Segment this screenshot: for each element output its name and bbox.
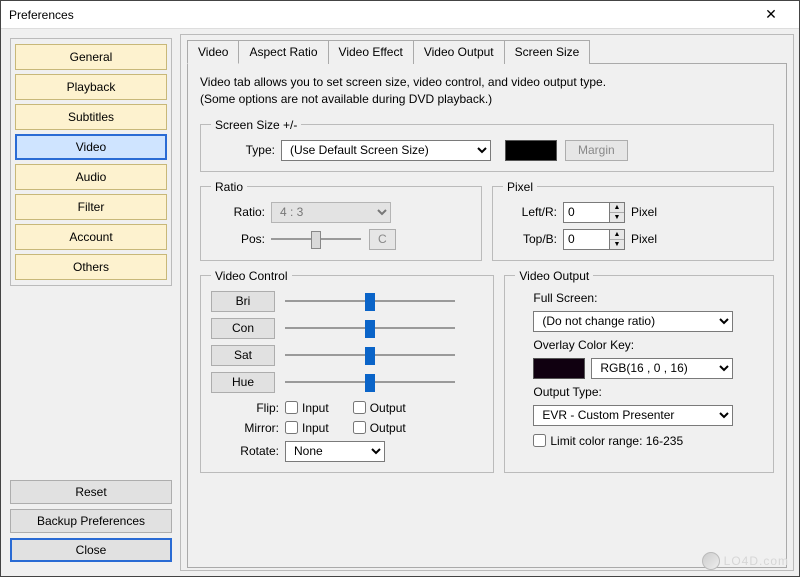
intro-text: Video tab allows you to set screen size,… [200, 74, 774, 108]
type-label: Type: [211, 143, 281, 157]
sidebar-item-audio[interactable]: Audio [15, 164, 167, 190]
mirror-output-check[interactable]: Output [353, 421, 406, 435]
preferences-window: Preferences ✕ General Playback Subtitles… [0, 0, 800, 577]
tab-video-effect[interactable]: Video Effect [328, 40, 414, 64]
close-icon[interactable]: ✕ [751, 6, 791, 23]
pixel-left-label: Left/R: [503, 205, 563, 219]
window-body: General Playback Subtitles Video Audio F… [1, 29, 799, 576]
window-title: Preferences [9, 8, 751, 22]
overlay-select[interactable]: RGB(16 , 0 , 16) [591, 358, 733, 379]
tab-content: Video tab allows you to set screen size,… [187, 63, 787, 568]
screen-size-type-select[interactable]: (Use Default Screen Size) [281, 140, 491, 161]
sidebar-bottom: Reset Backup Preferences Close [10, 474, 172, 567]
ratio-label: Ratio: [211, 205, 271, 219]
screen-size-color-swatch[interactable] [505, 140, 557, 161]
legend-video-control: Video Control [211, 269, 292, 283]
legend-video-output: Video Output [515, 269, 593, 283]
watermark: LO4D.com [702, 552, 789, 570]
fullscreen-label: Full Screen: [533, 291, 597, 305]
fullscreen-select[interactable]: (Do not change ratio) [533, 311, 733, 332]
pixel-top-label: Top/B: [503, 232, 563, 246]
chevron-down-icon[interactable]: ▼ [610, 213, 624, 222]
mirror-label: Mirror: [211, 421, 285, 435]
tab-video-output[interactable]: Video Output [413, 40, 505, 64]
group-pixel: Pixel Left/R: ▲▼ Pixel Top/B: [492, 180, 774, 261]
rotate-select[interactable]: None [285, 441, 385, 462]
output-type-label: Output Type: [533, 385, 602, 399]
close-button[interactable]: Close [10, 538, 172, 562]
intro-line1: Video tab allows you to set screen size,… [200, 74, 774, 91]
brightness-slider[interactable] [285, 291, 455, 311]
contrast-button[interactable]: Con [211, 318, 275, 339]
sidebar-item-video[interactable]: Video [15, 134, 167, 160]
sidebar-item-general[interactable]: General [15, 44, 167, 70]
brightness-button[interactable]: Bri [211, 291, 275, 312]
sidebar-item-filter[interactable]: Filter [15, 194, 167, 220]
pixel-unit-2: Pixel [625, 232, 657, 246]
flip-input-check[interactable]: Input [285, 401, 329, 415]
hue-button[interactable]: Hue [211, 372, 275, 393]
pixel-top-spinner[interactable]: ▲▼ [563, 229, 625, 250]
legend-ratio: Ratio [211, 180, 247, 194]
overlay-color-swatch[interactable] [533, 358, 585, 379]
group-ratio: Ratio Ratio: 4 : 3 Pos: C [200, 180, 482, 261]
group-video-output: Video Output Full Screen: (Do not change… [504, 269, 774, 473]
titlebar: Preferences ✕ [1, 1, 799, 29]
pos-center-button: C [369, 229, 396, 250]
sidebar: General Playback Subtitles Video Audio F… [6, 34, 176, 571]
chevron-down-icon[interactable]: ▼ [610, 240, 624, 249]
sidebar-item-playback[interactable]: Playback [15, 74, 167, 100]
pixel-left-spinner[interactable]: ▲▼ [563, 202, 625, 223]
group-video-control: Video Control Bri Con Sat [200, 269, 494, 473]
legend-screen-size: Screen Size +/- [211, 118, 301, 132]
legend-pixel: Pixel [503, 180, 537, 194]
saturation-button[interactable]: Sat [211, 345, 275, 366]
saturation-slider[interactable] [285, 345, 455, 365]
overlay-label: Overlay Color Key: [533, 338, 634, 352]
sidebar-item-others[interactable]: Others [15, 254, 167, 280]
sidebar-nav: General Playback Subtitles Video Audio F… [10, 38, 172, 286]
contrast-slider[interactable] [285, 318, 455, 338]
globe-icon [702, 552, 720, 570]
hue-slider[interactable] [285, 372, 455, 392]
tab-video[interactable]: Video [187, 40, 239, 64]
limit-color-range-check[interactable]: Limit color range: 16-235 [533, 434, 683, 448]
tab-strip: Video Aspect Ratio Video Effect Video Ou… [187, 39, 793, 63]
group-screen-size: Screen Size +/- Type: (Use Default Scree… [200, 118, 774, 172]
tab-screen-size[interactable]: Screen Size [504, 40, 591, 64]
reset-button[interactable]: Reset [10, 480, 172, 504]
chevron-up-icon[interactable]: ▲ [610, 203, 624, 213]
chevron-up-icon[interactable]: ▲ [610, 230, 624, 240]
mirror-input-check[interactable]: Input [285, 421, 329, 435]
pixel-unit: Pixel [625, 205, 657, 219]
pos-slider [271, 229, 361, 249]
ratio-select: 4 : 3 [271, 202, 391, 223]
flip-output-check[interactable]: Output [353, 401, 406, 415]
rotate-label: Rotate: [211, 444, 285, 458]
intro-line2: (Some options are not available during D… [200, 91, 774, 108]
sidebar-item-subtitles[interactable]: Subtitles [15, 104, 167, 130]
pos-label: Pos: [211, 232, 271, 246]
flip-label: Flip: [211, 401, 285, 415]
tab-aspect-ratio[interactable]: Aspect Ratio [238, 40, 328, 64]
sidebar-item-account[interactable]: Account [15, 224, 167, 250]
backup-button[interactable]: Backup Preferences [10, 509, 172, 533]
margin-button[interactable]: Margin [565, 140, 628, 161]
main-panel: Video Aspect Ratio Video Effect Video Ou… [180, 34, 794, 571]
output-type-select[interactable]: EVR - Custom Presenter [533, 405, 733, 426]
